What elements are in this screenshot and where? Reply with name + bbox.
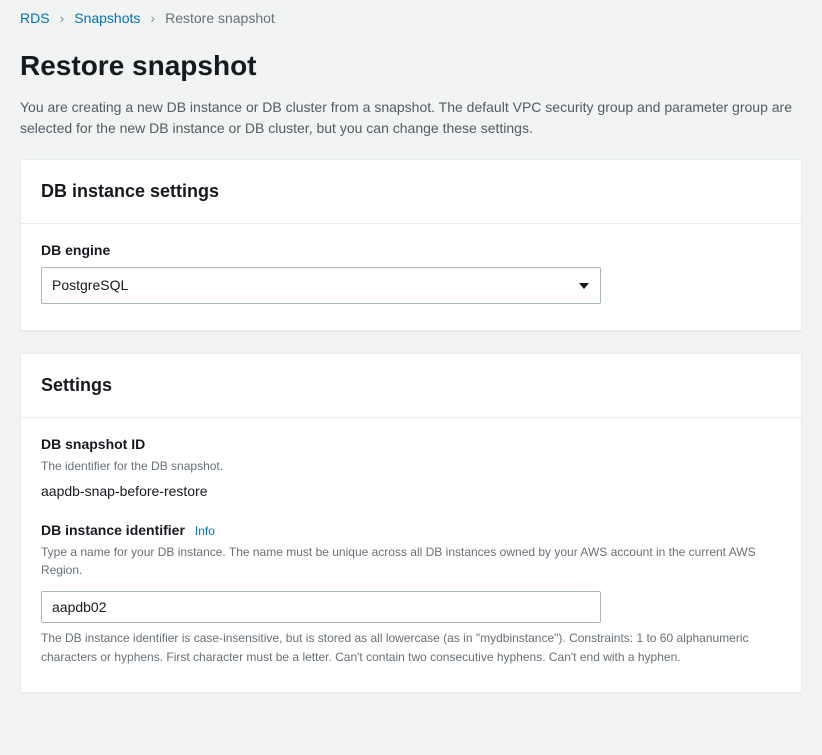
db-snapshot-id-label: DB snapshot ID bbox=[41, 434, 781, 455]
breadcrumb: RDS › Snapshots › Restore snapshot bbox=[20, 0, 802, 37]
db-instance-identifier-hint: Type a name for your DB instance. The na… bbox=[41, 543, 781, 579]
chevron-right-icon: › bbox=[150, 8, 155, 29]
db-instance-identifier-constraints: The DB instance identifier is case-insen… bbox=[41, 629, 781, 666]
breadcrumb-rds[interactable]: RDS bbox=[20, 8, 50, 29]
db-instance-identifier-input[interactable] bbox=[41, 591, 601, 623]
chevron-right-icon: › bbox=[60, 8, 65, 29]
caret-down-icon bbox=[579, 283, 589, 289]
breadcrumb-current: Restore snapshot bbox=[165, 8, 275, 29]
breadcrumb-snapshots[interactable]: Snapshots bbox=[74, 8, 140, 29]
db-snapshot-id-value: aapdb-snap-before-restore bbox=[41, 481, 781, 502]
page-title: Restore snapshot bbox=[20, 45, 802, 87]
db-engine-label: DB engine bbox=[41, 240, 781, 261]
db-instance-identifier-label: DB instance identifier bbox=[41, 520, 185, 541]
settings-heading: Settings bbox=[41, 372, 781, 399]
settings-panel: Settings DB snapshot ID The identifier f… bbox=[20, 353, 802, 693]
info-link[interactable]: Info bbox=[195, 522, 215, 540]
db-snapshot-id-hint: The identifier for the DB snapshot. bbox=[41, 457, 781, 475]
db-instance-settings-panel: DB instance settings DB engine PostgreSQ… bbox=[20, 159, 802, 331]
db-engine-selected-value: PostgreSQL bbox=[52, 275, 128, 296]
db-engine-select[interactable]: PostgreSQL bbox=[41, 267, 601, 304]
page-description: You are creating a new DB instance or DB… bbox=[20, 97, 800, 139]
db-instance-settings-heading: DB instance settings bbox=[41, 178, 781, 205]
